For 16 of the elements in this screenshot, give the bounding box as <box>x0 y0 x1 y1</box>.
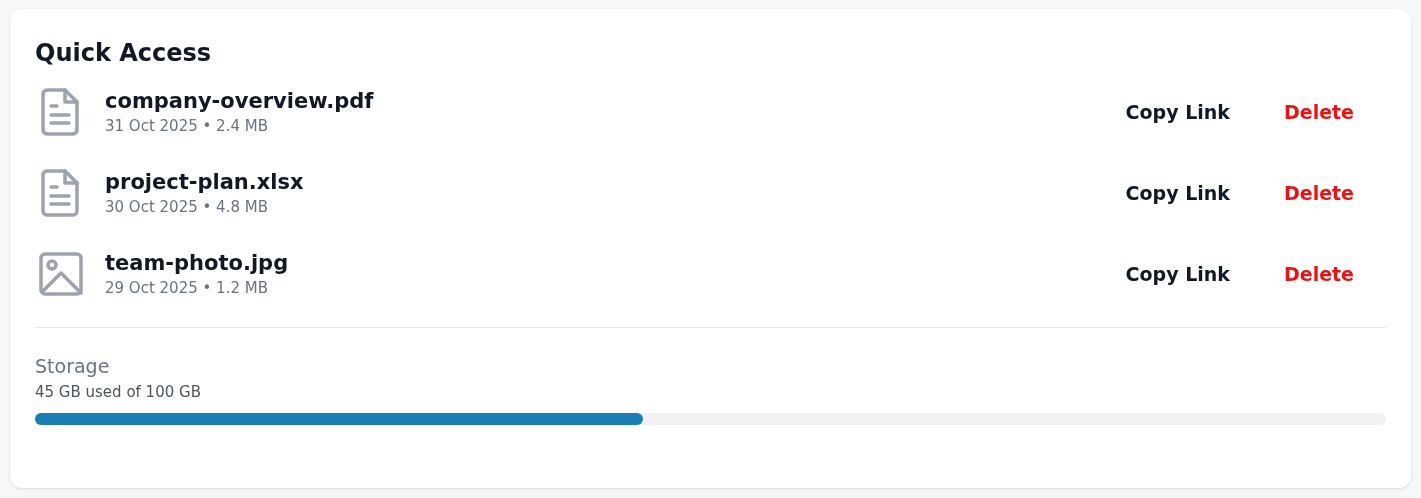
delete-button[interactable]: Delete <box>1275 177 1362 208</box>
image-icon <box>37 251 85 296</box>
file-meta: 29 Oct 2025 • 1.2 MB <box>105 278 269 297</box>
copy-link-button[interactable]: Copy Link <box>1117 177 1238 208</box>
file-name: team-photo.jpg <box>105 250 290 275</box>
copy-link-button[interactable]: Copy Link <box>1117 96 1238 127</box>
file-name: project-plan.xlsx <box>105 169 305 194</box>
file-meta: 30 Oct 2025 • 4.8 MB <box>105 197 269 216</box>
copy-link-button[interactable]: Copy Link <box>1117 258 1238 289</box>
file-name: company-overview.pdf <box>105 88 375 113</box>
section-title: Quick Access <box>35 39 213 67</box>
file-meta: 31 Oct 2025 • 2.4 MB <box>105 116 269 135</box>
delete-button[interactable]: Delete <box>1275 96 1362 127</box>
storage-label: Storage <box>35 355 111 377</box>
storage-reading: 45 GB used of 100 GB <box>35 383 202 401</box>
delete-button[interactable]: Delete <box>1275 258 1362 289</box>
